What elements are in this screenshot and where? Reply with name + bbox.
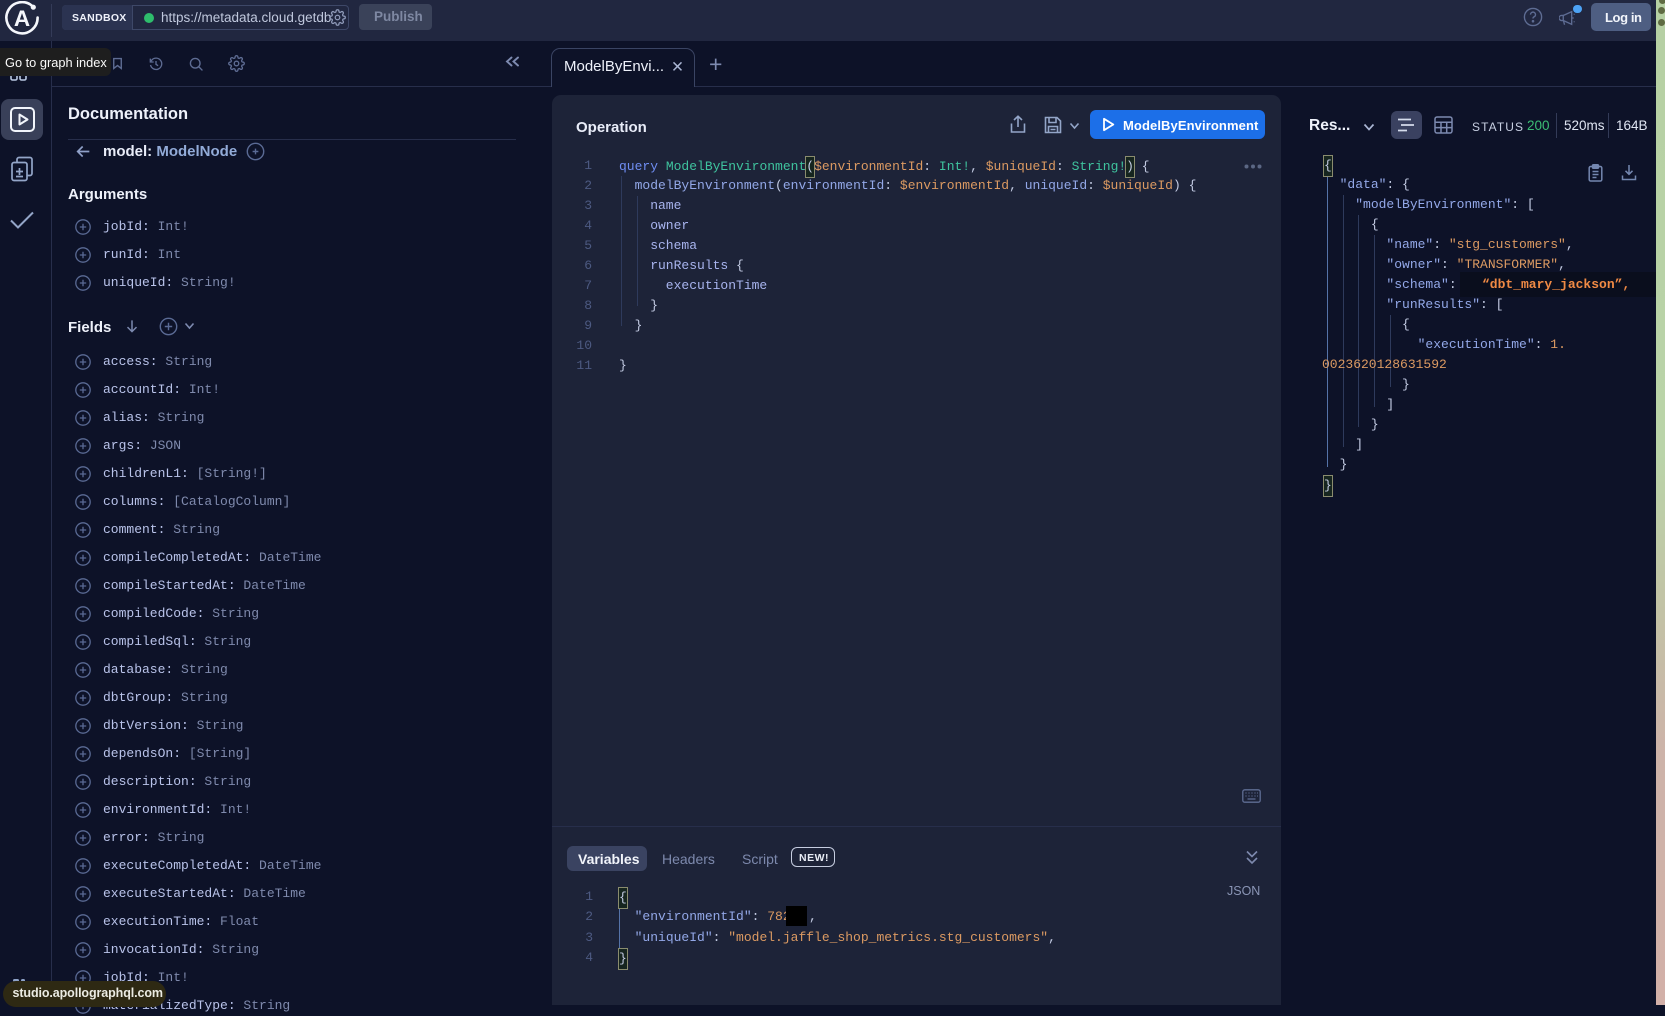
svg-text:A: A [14,6,30,31]
